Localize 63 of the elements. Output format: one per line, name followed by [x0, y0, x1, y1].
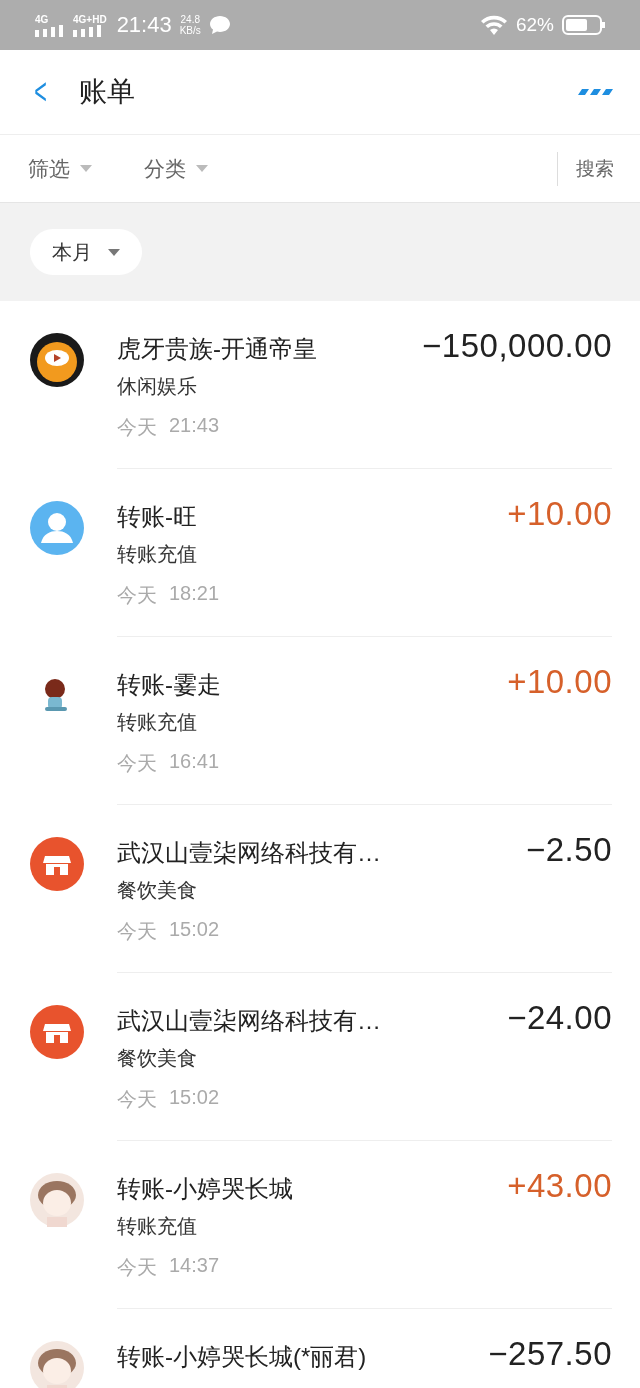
transaction-time: 16:41	[169, 750, 220, 774]
speed-value: 24.8	[180, 14, 200, 25]
transaction-title: 转账-霎走	[117, 670, 221, 700]
transaction-day: 今天	[117, 1254, 157, 1281]
transaction-row[interactable]: 转账-小婷哭长城 +43.00 转账充值 今天 14:37	[0, 1141, 640, 1309]
transaction-time: 15:02	[169, 1086, 220, 1110]
caret-icon	[80, 165, 92, 172]
shop-icon	[30, 1005, 84, 1059]
user-icon	[30, 501, 84, 555]
transaction-title: 武汉山壹柒网络科技有…	[117, 1006, 381, 1036]
transaction-category: 转账充值	[117, 710, 198, 735]
transaction-title: 转账-小婷哭长城(*丽君)	[117, 1342, 367, 1372]
transaction-amount: +43.00	[507, 1167, 612, 1205]
transaction-time: 15:02	[169, 918, 220, 942]
clock: 21:43	[116, 12, 172, 38]
search-button[interactable]: 搜索	[557, 151, 614, 186]
transaction-row[interactable]: 武汉山壹柒网络科技有… −2.50 餐饮美食 今天 15:02	[0, 805, 640, 973]
battery-percent: 62%	[515, 14, 554, 36]
transaction-amount: +10.00	[507, 495, 612, 533]
back-button[interactable]: <	[30, 71, 51, 113]
signal-icon	[35, 24, 65, 37]
transaction-category: 休闲娱乐	[117, 374, 198, 399]
transaction-row[interactable]: 转账-小婷哭长城(*丽君) −257.50	[0, 1309, 640, 1388]
transaction-title: 转账-旺	[117, 502, 197, 532]
transaction-row[interactable]: 武汉山壹柒网络科技有… −24.00 餐饮美食 今天 15:02	[0, 973, 640, 1141]
network-label: 4G	[35, 13, 49, 25]
transaction-title: 武汉山壹柒网络科技有…	[117, 838, 381, 868]
transaction-day: 今天	[117, 750, 157, 777]
filter-dropdown[interactable]: 分类	[144, 154, 208, 183]
transaction-title: 转账-小婷哭长城	[117, 1174, 293, 1204]
battery-icon	[562, 15, 606, 35]
shop-icon	[30, 837, 84, 891]
transaction-title: 虎牙贵族-开通帝皇	[117, 334, 317, 364]
wifi-icon	[479, 14, 508, 36]
transaction-amount: −257.50	[488, 1335, 612, 1373]
caret-icon	[196, 165, 208, 172]
transaction-day: 今天	[117, 918, 157, 945]
transaction-time: 18:21	[169, 582, 220, 606]
transaction-time: 14:37	[169, 1254, 220, 1278]
more-icon[interactable]	[576, 88, 614, 96]
transaction-category: 转账充值	[117, 1214, 198, 1239]
chat-bubble-icon	[208, 15, 231, 35]
transaction-category: 餐饮美食	[117, 878, 198, 903]
transaction-row[interactable]: 虎牙贵族-开通帝皇 −150,000.00 休闲娱乐 今天 21:43	[0, 301, 640, 469]
transaction-row[interactable]: 转账-霎走 +10.00 转账充值 今天 16:41	[0, 637, 640, 805]
speed-unit: KB/s	[179, 25, 201, 36]
page-title: 账单	[79, 75, 136, 109]
transaction-amount: −150,000.00	[422, 327, 612, 365]
transaction-amount: +10.00	[507, 663, 612, 701]
transaction-amount: −2.50	[526, 831, 612, 869]
transaction-category: 餐饮美食	[117, 1046, 198, 1071]
signal-icon	[73, 24, 103, 37]
caret-icon	[108, 248, 120, 256]
transaction-row[interactable]: 转账-旺 +10.00 转账充值 今天 18:21	[0, 469, 640, 637]
transaction-time: 21:43	[169, 414, 220, 438]
transaction-category: 转账充值	[117, 542, 198, 567]
month-dropdown[interactable]: 本月	[30, 229, 142, 275]
network-label: 4G+HD	[73, 13, 107, 25]
transaction-amount: −24.00	[507, 999, 612, 1037]
transaction-day: 今天	[117, 414, 157, 441]
filter-dropdown[interactable]: 筛选	[28, 154, 92, 183]
transaction-day: 今天	[117, 582, 157, 609]
transaction-day: 今天	[117, 1086, 157, 1113]
